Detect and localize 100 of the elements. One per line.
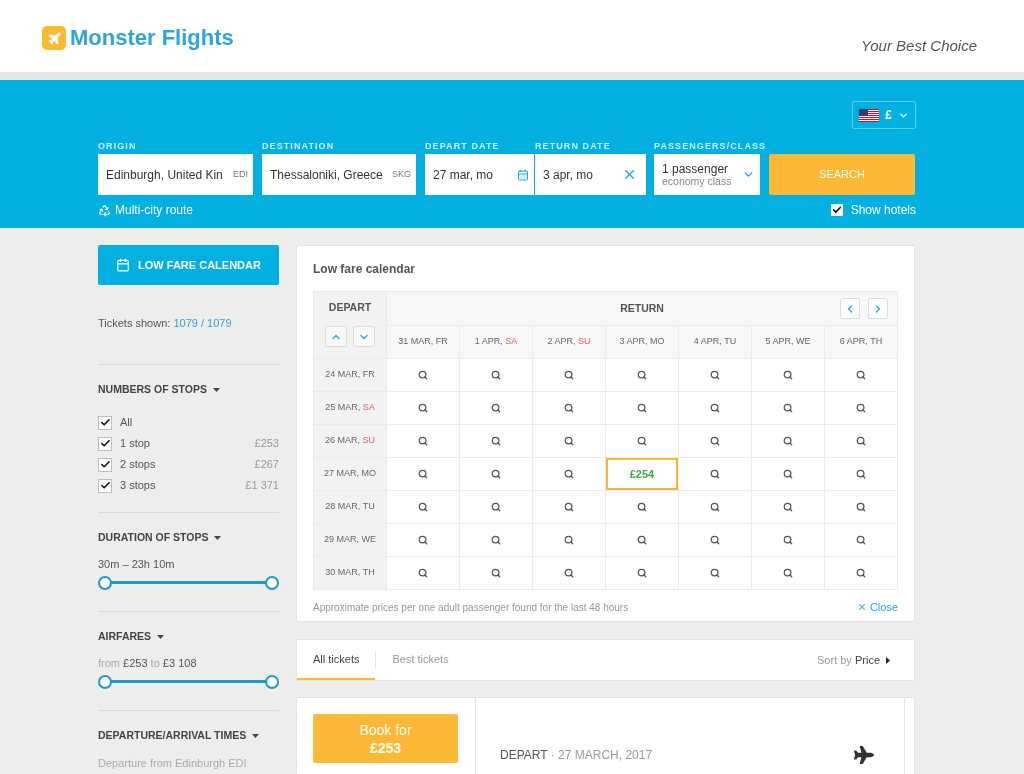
checkbox-label: All [120, 415, 133, 431]
fare-cell[interactable] [825, 491, 897, 523]
earlier-dates-button[interactable] [325, 326, 347, 347]
place-field[interactable]: Thessaloniki, Greece SKG [262, 154, 416, 195]
fare-cell[interactable] [387, 425, 459, 457]
fare-cell[interactable] [533, 458, 605, 490]
fare-cell[interactable] [752, 359, 824, 391]
date-field[interactable]: 3 apr, mo [535, 154, 646, 195]
fare-cell[interactable] [679, 425, 751, 457]
return-heading: RETURN [620, 300, 664, 316]
fare-cell[interactable] [460, 524, 532, 556]
fare-cell[interactable] [752, 524, 824, 556]
fare-cell[interactable] [387, 524, 459, 556]
depart-heading: DEPART [328, 300, 372, 314]
sort-button[interactable]: Sort by Price [817, 640, 890, 680]
cycle-arrows-icon [98, 203, 111, 217]
search-icon [418, 502, 428, 512]
range-handle[interactable] [265, 675, 279, 689]
search-icon [491, 502, 501, 512]
depart-date-label: 30 MAR, TH [314, 557, 386, 589]
fare-cell[interactable] [533, 524, 605, 556]
search-icon [564, 436, 574, 446]
fare-cell[interactable] [825, 425, 897, 457]
plane-icon [854, 745, 874, 765]
range-slider-track[interactable] [98, 576, 279, 590]
fare-cell[interactable] [460, 392, 532, 424]
passengers-select[interactable]: 1 passenger economy class [654, 154, 760, 195]
clear-icon[interactable] [622, 167, 637, 182]
range-handle[interactable] [98, 675, 112, 689]
fare-cell[interactable] [679, 557, 751, 589]
checkbox[interactable] [830, 204, 843, 216]
return-date-header: 1 APR, SA [460, 326, 532, 358]
later-dates-button[interactable] [353, 326, 375, 347]
fare-cell[interactable] [825, 458, 897, 490]
logo-plane-icon [42, 26, 66, 50]
fare-cell[interactable] [387, 458, 459, 490]
fare-cell[interactable] [606, 491, 678, 523]
range-handle[interactable] [265, 576, 279, 590]
fare-cell[interactable] [679, 491, 751, 523]
range-slider-track[interactable] [98, 675, 279, 689]
filter-title[interactable]: AIRFARES [98, 630, 165, 644]
field-label: DEPART DATE [425, 140, 500, 152]
fare-cell[interactable] [825, 359, 897, 391]
caret-down-icon [157, 635, 165, 639]
fare-cell[interactable] [533, 392, 605, 424]
fare-cell[interactable] [387, 392, 459, 424]
checkbox[interactable] [98, 436, 112, 451]
fare-cell[interactable] [752, 458, 824, 490]
search-icon [418, 568, 428, 578]
filter-title[interactable]: DEPARTURE/ARRIVAL TIMES [98, 729, 260, 743]
fare-cell[interactable] [825, 392, 897, 424]
search-icon [856, 502, 866, 512]
filter-title[interactable]: DURATION OF STOPS [98, 531, 222, 545]
fare-cell[interactable] [752, 491, 824, 523]
fare-cell[interactable] [606, 524, 678, 556]
fare-cell[interactable] [460, 425, 532, 457]
next-dates-button[interactable] [868, 298, 888, 319]
fare-cell[interactable] [679, 359, 751, 391]
fare-cell[interactable] [825, 524, 897, 556]
fare-cell[interactable] [679, 524, 751, 556]
search-icon [856, 370, 866, 380]
fare-cell[interactable] [752, 557, 824, 589]
fare-cell[interactable] [606, 359, 678, 391]
fare-cell[interactable] [679, 392, 751, 424]
search-icon [783, 502, 793, 512]
checkbox[interactable] [98, 457, 112, 472]
field-label: RETURN DATE [535, 140, 611, 152]
fare-cell[interactable] [606, 392, 678, 424]
search-icon [856, 535, 866, 545]
return-date-header: 31 MAR, FR [387, 326, 459, 358]
fare-cell[interactable] [460, 359, 532, 391]
fare-cell[interactable] [460, 491, 532, 523]
tab[interactable]: All tickets [297, 640, 376, 680]
fare-cell[interactable] [387, 359, 459, 391]
filter-title[interactable]: NUMBERS OF STOPS [98, 383, 220, 397]
fare-cell[interactable] [533, 557, 605, 589]
search-icon [710, 568, 720, 578]
fare-cell[interactable] [679, 458, 751, 490]
filter-description: Departure from Edinburgh EDI [98, 756, 248, 770]
checkbox[interactable] [98, 415, 112, 430]
date-field[interactable]: 27 mar, mo [425, 154, 534, 195]
place-field[interactable]: Edinburgh, United Kin EDI [98, 154, 253, 195]
fare-cell[interactable] [752, 425, 824, 457]
fare-cell[interactable] [606, 557, 678, 589]
fare-cell[interactable] [533, 425, 605, 457]
search-icon [491, 469, 501, 479]
fare-cell[interactable] [752, 392, 824, 424]
fare-cell[interactable] [387, 557, 459, 589]
fare-cell[interactable] [533, 359, 605, 391]
range-handle[interactable] [98, 576, 112, 590]
previous-dates-button[interactable] [840, 298, 860, 319]
calendar-note: Approximate prices per one adult passenger found for the last 48 hours [313, 600, 629, 615]
fare-cell[interactable] [460, 458, 532, 490]
search-icon [637, 502, 647, 512]
fare-cell[interactable] [825, 557, 897, 589]
fare-cell[interactable] [387, 491, 459, 523]
checkbox[interactable] [98, 478, 112, 493]
fare-cell[interactable] [533, 491, 605, 523]
fare-cell[interactable] [460, 557, 532, 589]
fare-cell[interactable] [606, 425, 678, 457]
